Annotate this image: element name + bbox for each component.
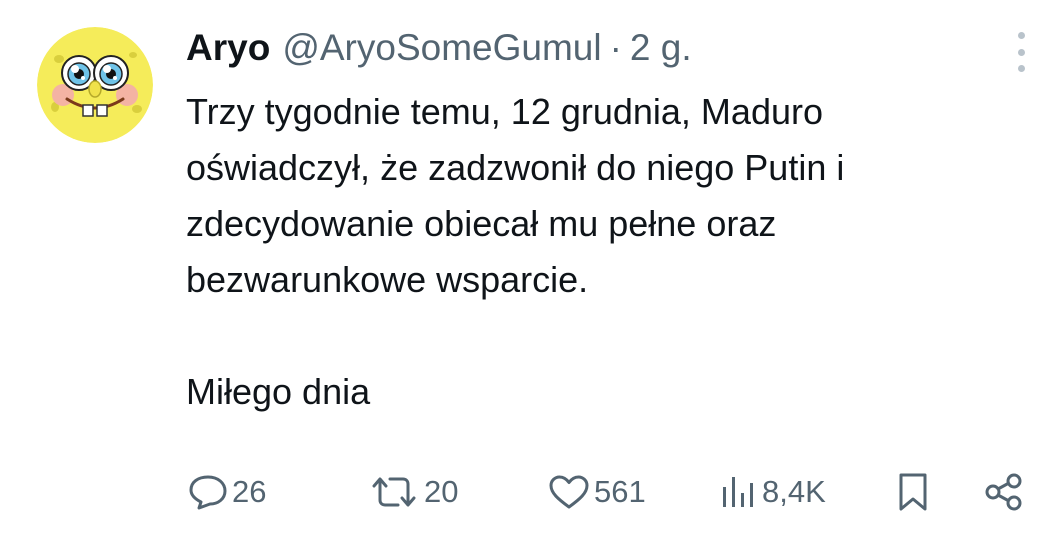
tweet-text-line: Miłego dnia bbox=[186, 371, 371, 412]
like-count: 561 bbox=[594, 474, 646, 509]
tweet-text-line: oświadczył, że zadzwonił do niego Putin … bbox=[186, 147, 845, 188]
reply-button[interactable]: 26 bbox=[188, 470, 266, 514]
more-options-icon[interactable] bbox=[1014, 32, 1028, 72]
bookmark-button[interactable] bbox=[896, 470, 930, 514]
retweet-icon bbox=[372, 477, 416, 507]
header-separator: · bbox=[609, 27, 622, 68]
views-button[interactable]: 8,4K bbox=[718, 470, 826, 514]
tweet-timestamp[interactable]: 2 g. bbox=[630, 27, 692, 69]
retweet-button[interactable]: 20 bbox=[368, 470, 458, 514]
more-dot bbox=[1017, 32, 1025, 39]
tweet-actions-bar: 26 20 561 8,4K bbox=[186, 470, 1026, 514]
more-dot bbox=[1017, 65, 1025, 72]
bookmark-icon bbox=[899, 473, 927, 511]
share-button[interactable] bbox=[984, 470, 1024, 514]
like-button[interactable]: 561 bbox=[548, 470, 646, 514]
share-icon bbox=[985, 473, 1022, 511]
analytics-bars-icon bbox=[723, 477, 753, 507]
heart-icon bbox=[549, 475, 589, 509]
tweet-card[interactable]: Aryo @AryoSomeGumul · 2 g. Trzy tygodnie… bbox=[0, 0, 1044, 541]
author-handle[interactable]: @AryoSomeGumul bbox=[282, 27, 601, 69]
spongebob-face-icon bbox=[37, 27, 153, 143]
author-name[interactable]: Aryo bbox=[186, 27, 270, 69]
tweet-header: Aryo @AryoSomeGumul · 2 g. bbox=[186, 20, 692, 76]
author-avatar[interactable] bbox=[37, 27, 153, 143]
retweet-count: 20 bbox=[424, 474, 459, 509]
tweet-text-line: zdecydowanie obiecał mu pełne oraz bbox=[186, 203, 777, 244]
views-count: 8,4K bbox=[762, 474, 826, 509]
tweet-text-line: bezwarunkowe wsparcie. bbox=[186, 259, 589, 300]
tweet-text-line: Trzy tygodnie temu, 12 grudnia, Maduro bbox=[186, 91, 823, 132]
more-dot bbox=[1017, 48, 1025, 56]
reply-bubble-icon bbox=[189, 475, 227, 510]
reply-count: 26 bbox=[232, 474, 267, 509]
tweet-text: Trzy tygodnie temu, 12 grudnia, Maduro o… bbox=[186, 84, 1026, 420]
